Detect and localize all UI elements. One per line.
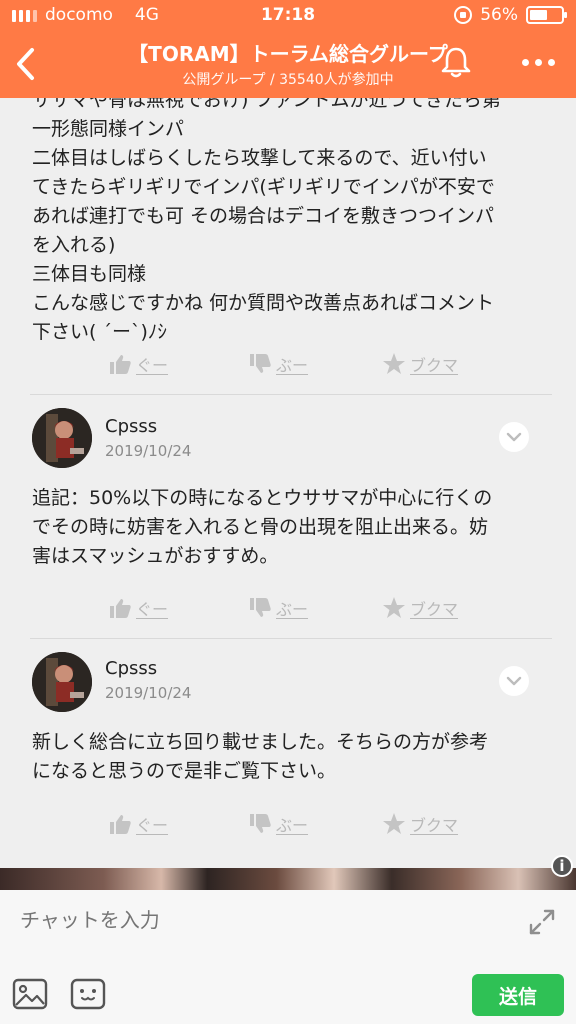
post-thread: ササマや骨は無視でおけ) ファントムが近づてきたら第 一形態同様インパ 二体目は… [0, 98, 576, 868]
good-label: ぐー [136, 816, 169, 835]
good-button[interactable]: ぐー [108, 812, 168, 836]
comment-date: 2019/10/24 [105, 684, 192, 702]
thumbs-up-icon [110, 355, 131, 374]
app-header: docomo 4G 17:18 56% 【TORAM】トーラム総合グループ 公開… [0, 0, 576, 98]
nav-title-block: 【TORAM】トーラム総合グループ 公開グループ / 35540人が参加中 [80, 38, 496, 89]
info-icon[interactable]: i [551, 855, 573, 877]
bad-button[interactable]: ぶー [248, 352, 308, 376]
avatar[interactable] [32, 408, 92, 468]
divider [30, 638, 552, 639]
good-button[interactable]: ぐー [108, 596, 168, 620]
status-bar: docomo 4G 17:18 56% [0, 0, 576, 32]
page-subtitle: 公開グループ / 35540人が参加中 [182, 72, 394, 88]
bell-icon[interactable] [438, 44, 474, 80]
more-icon[interactable] [518, 52, 558, 72]
thumbs-down-icon [250, 354, 271, 373]
chevron-left-icon[interactable] [8, 42, 44, 86]
star-icon [383, 597, 405, 618]
comment-body: 追記：50%以下の時になるとウササマが中心に行くの でその時に妨害を入れると骨の… [32, 487, 493, 567]
ad-banner[interactable] [0, 868, 576, 890]
previous-post-text: ササマや骨は無視でおけ) ファントムが近づてきたら第 一形態同様インパ 二体目は… [32, 98, 501, 343]
thumbs-down-icon [250, 598, 271, 617]
bad-label: ぶー [276, 356, 309, 375]
bad-button[interactable]: ぶー [248, 596, 308, 620]
send-button[interactable]: 送信 [472, 974, 564, 1016]
star-icon [383, 813, 405, 834]
page-title: 【TORAM】トーラム総合グループ [128, 42, 448, 66]
comment-date: 2019/10/24 [105, 442, 192, 460]
battery-percent: 56% [480, 5, 518, 25]
comment-author[interactable]: Cpsss [105, 658, 157, 679]
chat-input[interactable] [20, 904, 500, 938]
thumbs-up-icon [110, 815, 131, 834]
chevron-down-icon[interactable] [499, 666, 529, 696]
bad-label: ぶー [276, 600, 309, 619]
thumbs-down-icon [250, 814, 271, 833]
reaction-bar: ぐー ぶー ブクマ [0, 590, 576, 626]
thumbs-up-icon [110, 599, 131, 618]
chevron-down-icon[interactable] [499, 422, 529, 452]
bookmark-button[interactable]: ブクマ [382, 596, 458, 620]
bookmark-button[interactable]: ブクマ [382, 352, 458, 376]
bookmark-button[interactable]: ブクマ [382, 812, 458, 836]
sticker-icon[interactable] [70, 978, 106, 1010]
good-label: ぐー [136, 356, 169, 375]
rotation-lock-icon [454, 6, 473, 24]
bookmark-label: ブクマ [410, 816, 459, 835]
bookmark-label: ブクマ [410, 356, 459, 375]
comment-author[interactable]: Cpsss [105, 416, 157, 437]
good-button[interactable]: ぐー [108, 352, 168, 376]
reaction-bar: ぐー ぶー ブクマ [0, 806, 576, 842]
comment-body: 新しく総合に立ち回り載せました。そちらの方が参考 になると思うので是非ご覧下さい… [32, 731, 489, 782]
battery-icon [526, 6, 567, 24]
reaction-bar: ぐー ぶー ブクマ [0, 346, 576, 382]
avatar[interactable] [32, 652, 92, 712]
bookmark-label: ブクマ [410, 600, 459, 619]
expand-icon[interactable] [528, 908, 556, 936]
star-icon [383, 353, 405, 374]
image-icon[interactable] [12, 978, 48, 1010]
bad-button[interactable]: ぶー [248, 812, 308, 836]
chat-bar: 送信 [0, 890, 576, 1024]
good-label: ぐー [136, 600, 169, 619]
divider [30, 394, 552, 395]
bad-label: ぶー [276, 816, 309, 835]
